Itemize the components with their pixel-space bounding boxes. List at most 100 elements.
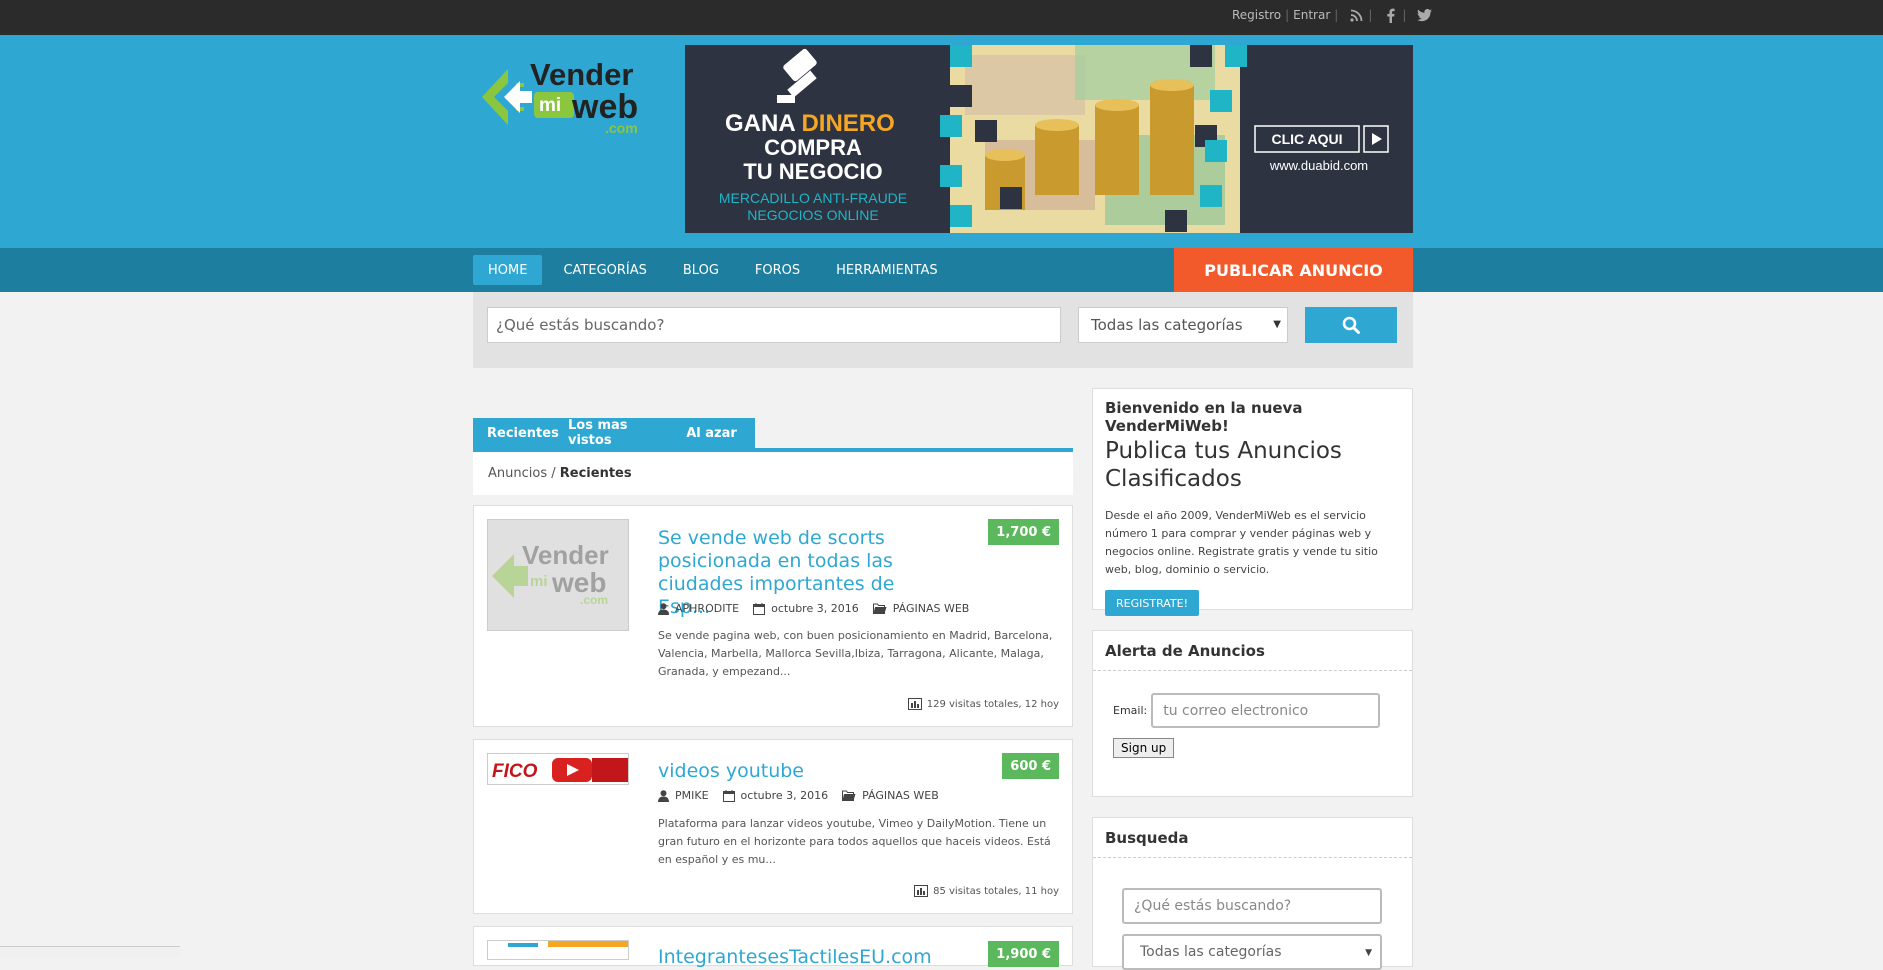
listing-author[interactable]: PMIKE — [658, 789, 709, 802]
listing-title[interactable]: videos youtube — [658, 760, 948, 783]
banner-line1b: DINERO — [801, 110, 894, 137]
email-field[interactable]: tu correo electronico — [1151, 693, 1381, 728]
sidebar-search-input[interactable]: ¿Qué estás buscando? — [1122, 888, 1382, 924]
chevron-down-icon: ▼ — [1273, 319, 1281, 330]
facebook-icon[interactable] — [1382, 7, 1398, 23]
price-badge: 1,900 € — [988, 941, 1059, 967]
listing-description: Plataforma para lanzar videos youtube, V… — [658, 817, 1051, 866]
breadcrumb-current: Recientes — [559, 466, 632, 481]
publish-ad-button[interactable]: PUBLICAR ANUNCIO — [1174, 248, 1413, 292]
thumb-logo-vender: Vender — [522, 540, 609, 570]
thumb-text: FICO — [492, 761, 538, 782]
ad-alert-widget: Alerta de Anuncios Email: tu correo elec… — [1092, 630, 1413, 797]
logo-text-vender: Vender — [530, 57, 633, 92]
nav-blog[interactable]: BLOG — [668, 255, 734, 285]
banner-line3: TU NEGOCIO — [743, 159, 882, 184]
login-link[interactable]: Entrar — [1293, 8, 1330, 22]
breadcrumb: Anuncios / Recientes — [473, 452, 1073, 495]
email-label: Email: — [1113, 704, 1148, 717]
separator: | — [1334, 8, 1339, 22]
search-input[interactable]: ¿Qué estás buscando? — [487, 307, 1061, 343]
svg-text:GANA DINERO: GANA DINERO — [725, 110, 895, 137]
banner-line5: NEGOCIOS ONLINE — [747, 207, 878, 223]
nav-categorias[interactable]: CATEGORÍAS — [548, 255, 661, 285]
alert-heading: Alerta de Anuncios — [1105, 641, 1265, 660]
thumb-logo-mi: mi — [530, 573, 548, 590]
bar-chart-icon — [907, 698, 922, 710]
sidebar-category-select[interactable]: Todas las categorías ▼ — [1122, 934, 1382, 970]
listing-card: IntegrantesesTactilesEU.com 1,900 € — [473, 926, 1073, 969]
category-select[interactable]: Todas las categorías ▼ — [1078, 307, 1288, 343]
category-select-value: Todas las categorías — [1091, 316, 1243, 334]
search-widget: Busqueda ¿Qué estás buscando? Todas las … — [1092, 817, 1413, 970]
nav-menu: HOME CATEGORÍAS BLOG FOROS HERRAMIENTAS — [473, 255, 959, 285]
listing-description: Se vende pagina web, con buen posicionam… — [658, 629, 1053, 678]
separator: | — [1368, 8, 1373, 22]
nav-herramientas[interactable]: HERRAMIENTAS — [821, 255, 953, 285]
listing-category[interactable]: PÁGINAS WEB — [842, 789, 939, 802]
search-bar: ¿Qué estás buscando? Todas las categoría… — [473, 292, 1413, 368]
breadcrumb-sep: / — [547, 466, 560, 481]
listing-meta: APHRODITE octubre 3, 2016 PÁGINAS WEB — [658, 602, 983, 615]
alert-header: Alerta de Anuncios — [1093, 631, 1412, 671]
breadcrumb-root[interactable]: Anuncios — [488, 466, 547, 481]
separator: | — [1285, 8, 1290, 22]
welcome-title: Publica tus Anuncios Clasificados — [1105, 438, 1342, 492]
browser-status-bar — [0, 946, 180, 957]
logo-text-mi: mi — [539, 95, 561, 116]
tab-mas-vistos[interactable]: Los mas vistos — [568, 418, 668, 448]
calendar-icon — [722, 789, 735, 802]
listing-visits: 85 visitas totales, 11 hoy — [914, 885, 1059, 897]
listing-author[interactable]: APHRODITE — [658, 602, 739, 615]
banner-line1a: GANA — [725, 110, 801, 137]
search-button[interactable] — [1305, 307, 1397, 343]
nav-foros[interactable]: FOROS — [740, 255, 815, 285]
listing-thumbnail[interactable]: Vender mi web .com — [487, 519, 629, 631]
twitter-icon[interactable] — [1416, 7, 1432, 23]
top-bar: Registro | Entrar | | | — [0, 0, 1883, 35]
separator: | — [1402, 8, 1407, 22]
user-icon — [658, 602, 669, 615]
banner-cta: CLIC AQUI — [1271, 131, 1342, 147]
listing-date: octubre 3, 2016 — [722, 789, 828, 802]
search-widget-header: Busqueda — [1093, 818, 1412, 858]
welcome-widget: Bienvenido en la nueva VenderMiWeb! Publ… — [1092, 388, 1413, 616]
thumb-logo-com: .com — [580, 593, 608, 607]
listing-thumbnail[interactable] — [487, 940, 629, 960]
search-icon — [1342, 316, 1360, 334]
banner-line2: COMPRA — [764, 135, 862, 160]
listing-title[interactable]: IntegrantesesTactilesEU.com — [658, 946, 948, 969]
listing-visits: 129 visitas totales, 12 hoy — [907, 698, 1059, 710]
user-icon — [658, 789, 669, 802]
rss-icon[interactable] — [1348, 7, 1364, 23]
tab-al-azar[interactable]: Al azar — [668, 418, 755, 448]
search-widget-heading: Busqueda — [1105, 828, 1189, 847]
welcome-description: Desde el año 2009, VenderMiWeb es el ser… — [1105, 509, 1378, 576]
bar-chart-icon — [914, 885, 929, 897]
price-badge: 600 € — [1002, 753, 1059, 779]
logo-text-com: .com — [605, 120, 638, 136]
nav-home[interactable]: HOME — [473, 255, 543, 285]
listing-category[interactable]: PÁGINAS WEB — [872, 602, 969, 615]
top-links: Registro | Entrar | | | — [1232, 0, 1432, 30]
site-logo[interactable]: Vender mi web .com — [480, 55, 670, 140]
signup-button[interactable]: Sign up — [1113, 738, 1175, 758]
banner-url: www.duabid.com — [1269, 158, 1368, 173]
folder-icon — [842, 790, 856, 801]
welcome-heading: Bienvenido en la nueva VenderMiWeb! — [1105, 399, 1303, 435]
banner-line4: MERCADILLO ANTI-FRAUDE — [719, 190, 907, 206]
register-link[interactable]: Registro — [1232, 8, 1281, 22]
listing-card: FICO videos youtube 600 € PMIKE octubre … — [473, 739, 1073, 914]
listing-thumbnail[interactable]: FICO — [487, 753, 629, 785]
calendar-icon — [753, 602, 766, 615]
listing-tabs: Recientes Los mas vistos Al azar — [473, 418, 1073, 452]
sidebar-category-value: Todas las categorías — [1140, 944, 1282, 960]
price-badge: 1,700 € — [988, 519, 1059, 545]
listing-card: Vender mi web .com Se vende web de scort… — [473, 505, 1073, 727]
listing-date: octubre 3, 2016 — [753, 602, 859, 615]
listing-meta: PMIKE octubre 3, 2016 PÁGINAS WEB — [658, 789, 953, 802]
register-button[interactable]: REGISTRATE! — [1105, 590, 1200, 616]
main-nav: HOME CATEGORÍAS BLOG FOROS HERRAMIENTAS … — [0, 248, 1883, 292]
ad-banner[interactable]: GANA DINERO COMPRA TU NEGOCIO MERCADILLO… — [685, 45, 1413, 233]
folder-icon — [872, 603, 887, 614]
